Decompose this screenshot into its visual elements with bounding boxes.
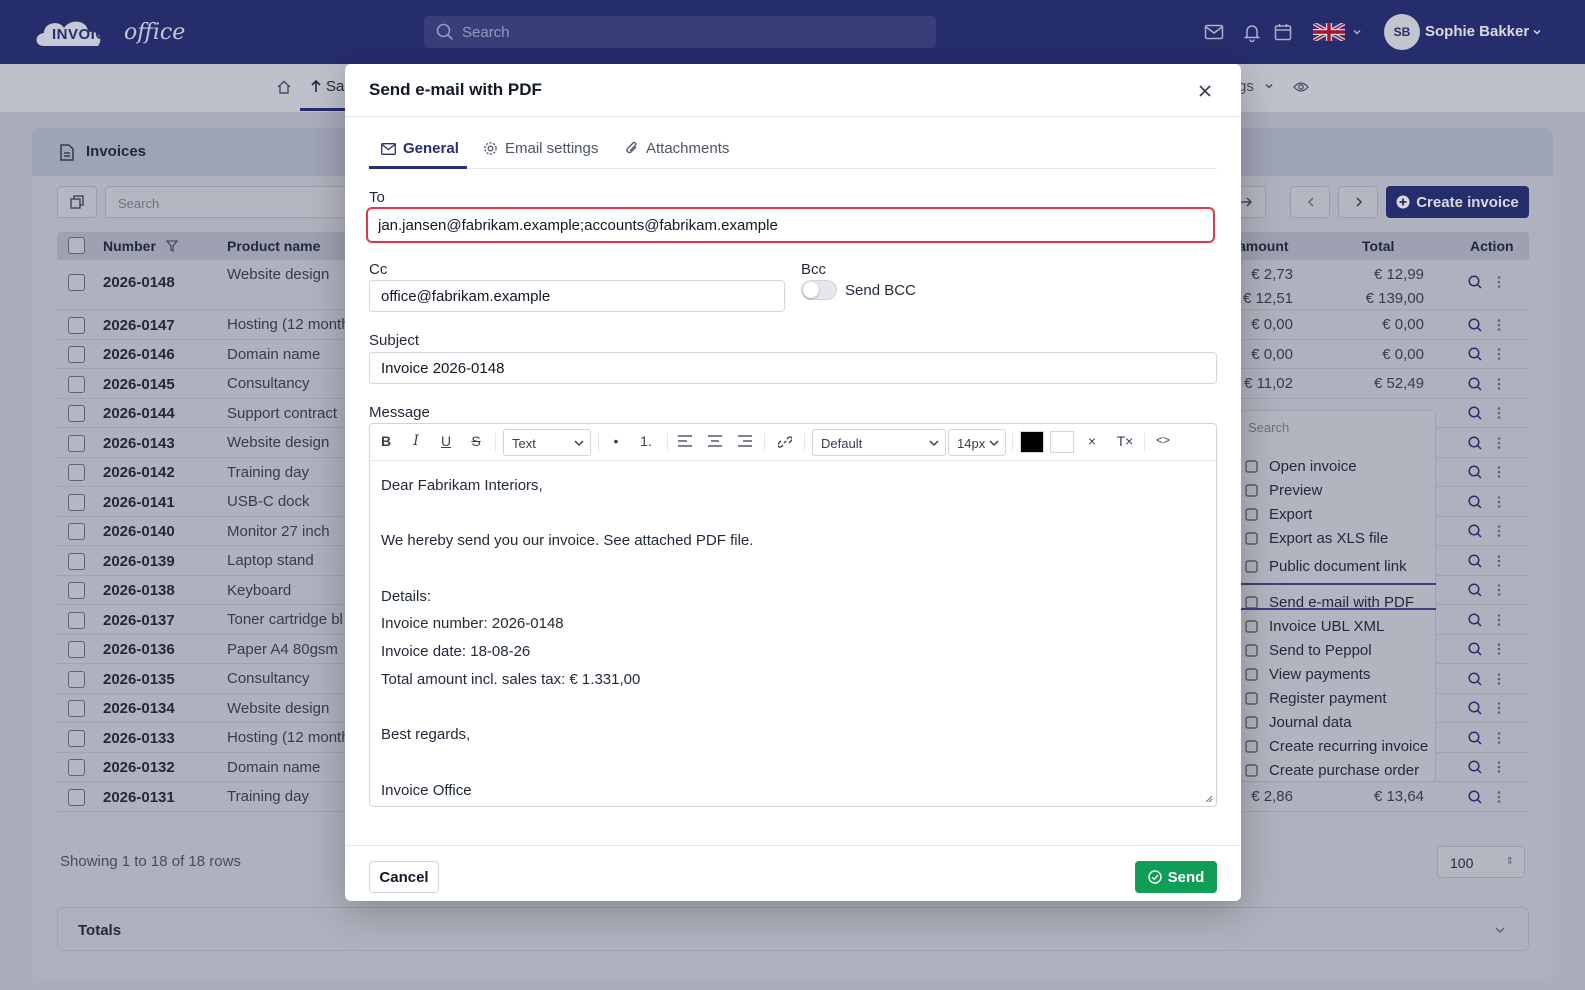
tab-general-label: General: [403, 140, 459, 157]
toolbar-divider: [667, 433, 668, 452]
modal-header: Send e-mail with PDF: [345, 64, 1241, 117]
message-line: Invoice date: 18-08-26: [381, 643, 531, 661]
message-line: [381, 749, 1201, 777]
font-family-value: Default: [821, 436, 863, 451]
text-style-value: Text: [512, 436, 536, 451]
cc-label: Cc: [369, 261, 388, 278]
strikethrough-button[interactable]: S: [466, 433, 486, 449]
bcc-label: Bcc: [801, 261, 827, 278]
bold-button[interactable]: B: [376, 433, 396, 449]
message-line: Invoice number: 2026-0148: [381, 615, 564, 633]
ordered-list-button[interactable]: 1.: [636, 433, 656, 449]
subject-label: Subject: [369, 332, 420, 349]
close-icon[interactable]: [1195, 81, 1215, 101]
send-bcc-toggle[interactable]: [801, 280, 837, 300]
toolbar-divider: [598, 433, 599, 452]
message-body[interactable]: Dear Fabrikam Interiors, We hereby send y…: [381, 472, 1201, 804]
message-line: Invoice Office: [381, 781, 472, 799]
message-editor[interactable]: B I U S Text • 1. Default 14px × T× <> D…: [369, 423, 1217, 807]
paperclip-icon: [626, 141, 637, 154]
message-line: [381, 500, 1201, 528]
clear-format-button[interactable]: T×: [1112, 433, 1138, 449]
tab-email-settings-label: Email settings: [505, 140, 599, 157]
send-email-modal: Send e-mail with PDF General Email setti…: [345, 64, 1241, 901]
font-size-select[interactable]: 14px: [948, 429, 1006, 456]
send-bcc-label: Send BCC: [845, 282, 916, 299]
to-field[interactable]: [366, 207, 1215, 243]
message-line: Dear Fabrikam Interiors,: [381, 477, 543, 494]
active-tab-indicator: [369, 166, 467, 169]
mail-icon: [381, 142, 396, 155]
message-line: We hereby send you our invoice. See atta…: [381, 532, 754, 550]
subject-field[interactable]: [369, 352, 1217, 384]
cancel-button[interactable]: Cancel: [369, 861, 439, 893]
message-line: Total amount incl. sales tax: € 1.331,00: [381, 670, 641, 688]
cc-field[interactable]: [369, 280, 785, 312]
to-label: To: [369, 189, 385, 206]
align-center-icon[interactable]: [708, 435, 722, 447]
tab-attachments[interactable]: Attachments: [625, 140, 729, 157]
send-button[interactable]: Send: [1135, 861, 1217, 893]
toolbar-divider: [1012, 433, 1013, 452]
bullet-list-button[interactable]: •: [606, 433, 626, 449]
toolbar-divider: [495, 433, 496, 452]
chevron-down-icon: [574, 440, 584, 447]
modal-footer: [345, 845, 1241, 901]
send-label: Send: [1167, 868, 1205, 886]
background-color-swatch[interactable]: [1050, 431, 1074, 453]
font-size-value: 14px: [957, 436, 986, 451]
gear-icon: [484, 142, 497, 155]
chevron-down-icon: [989, 440, 999, 447]
message-line: [381, 555, 1201, 583]
check-circle-icon: [1147, 870, 1162, 884]
resize-handle-icon[interactable]: [1205, 795, 1213, 803]
align-left-icon[interactable]: [678, 435, 692, 447]
tab-email-settings[interactable]: Email settings: [483, 140, 598, 157]
modal-tabs: General Email settings Attachments: [369, 128, 1217, 169]
message-line: [381, 694, 1201, 722]
italic-button[interactable]: I: [406, 433, 426, 449]
text-style-select[interactable]: Text: [503, 429, 591, 456]
code-view-button[interactable]: <>: [1153, 433, 1173, 447]
message-line: Best regards,: [381, 726, 471, 744]
message-line: Details:: [381, 587, 432, 605]
clear-color-button[interactable]: ×: [1082, 433, 1102, 449]
toggle-knob: [803, 282, 819, 298]
toolbar-divider: [804, 433, 805, 452]
chevron-down-icon: [929, 440, 939, 447]
tab-attachments-label: Attachments: [646, 140, 730, 157]
align-right-icon[interactable]: [738, 435, 752, 447]
tab-general[interactable]: General: [381, 140, 459, 157]
link-icon[interactable]: [778, 435, 792, 449]
font-family-select[interactable]: Default: [812, 429, 946, 456]
editor-toolbar: B I U S Text • 1. Default 14px × T× <>: [370, 424, 1216, 461]
modal-title: Send e-mail with PDF: [369, 80, 542, 99]
text-color-swatch[interactable]: [1020, 431, 1044, 453]
toolbar-divider: [764, 433, 765, 452]
toolbar-divider: [1144, 433, 1145, 452]
message-label: Message: [369, 404, 430, 421]
underline-button[interactable]: U: [436, 433, 456, 449]
